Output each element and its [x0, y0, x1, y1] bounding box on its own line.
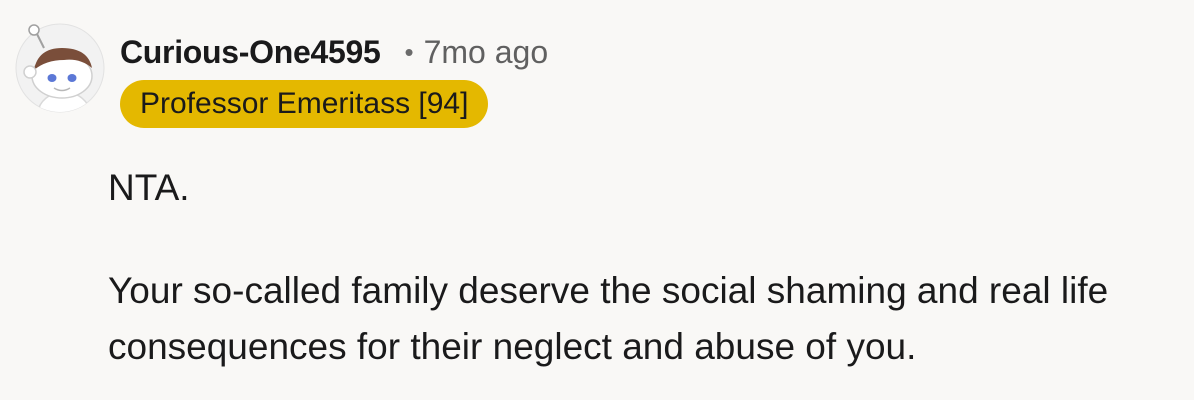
meta-separator: •	[404, 36, 414, 67]
comment: Curious-One4595 • 7mo ago Professor Emer…	[0, 0, 1194, 400]
comment-timestamp[interactable]: 7mo ago	[424, 34, 549, 71]
reddit-snoo-avatar-icon	[15, 23, 105, 113]
comment-paragraph: NTA.	[108, 167, 190, 208]
comment-body: NTA. Your so-called family deserve the s…	[108, 160, 1178, 375]
user-flair-label: Professor Emeritass [94]	[140, 87, 469, 120]
comment-header: Curious-One4595 • 7mo ago	[120, 30, 548, 74]
user-flair-badge: Professor Emeritass [94]	[120, 80, 489, 128]
avatar[interactable]	[14, 22, 106, 114]
author-username[interactable]: Curious-One4595	[120, 34, 381, 71]
comment-paragraph: Your so-called family deserve the social…	[108, 270, 1109, 367]
